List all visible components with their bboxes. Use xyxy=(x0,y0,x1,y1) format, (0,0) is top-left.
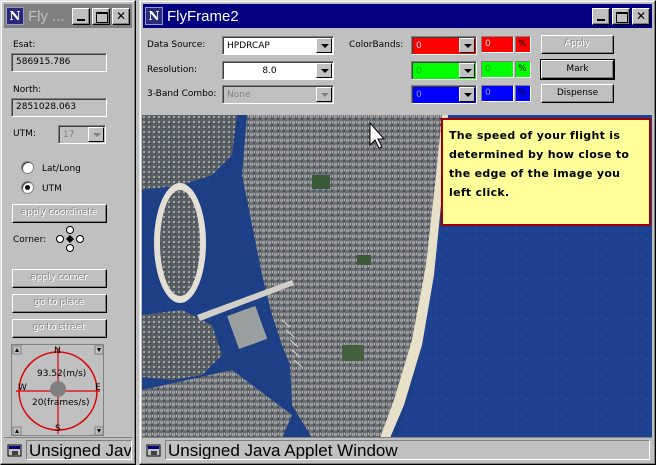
band-combo-label: 3-Band Combo: xyxy=(147,89,217,99)
north-label: North: xyxy=(13,85,42,95)
chevron-down-icon[interactable] xyxy=(316,38,332,53)
minimize-button[interactable] xyxy=(72,7,90,25)
blue-band-select[interactable]: 0 xyxy=(411,85,477,104)
close-button[interactable]: ✕ xyxy=(112,7,130,25)
blue-percent-field[interactable]: 0 xyxy=(481,85,514,102)
speed-readout: 93.52(m/s) xyxy=(37,369,87,379)
netscape-n-icon: N xyxy=(145,7,163,25)
fly-control-window: N Fly ... ✕ Esat: 586915.786 North: 2851… xyxy=(0,0,136,465)
chevron-down-icon[interactable] xyxy=(88,127,104,142)
resolution-label: Resolution: xyxy=(147,65,198,75)
apply-corner-button[interactable]: apply corner xyxy=(12,269,107,288)
chevron-down-icon[interactable] xyxy=(316,63,332,78)
applet-warning-icon xyxy=(146,442,162,458)
compass-east-label: E xyxy=(95,383,101,393)
compass-panel[interactable]: N W E S 93.52(m/s) 20(frames/s) xyxy=(11,344,104,436)
blue-percent-sign: % xyxy=(515,85,531,102)
green-percent-sign: % xyxy=(515,61,531,78)
red-band-select[interactable]: 0 xyxy=(411,36,477,55)
close-button[interactable]: ✕ xyxy=(632,7,650,25)
compass-west-label: W xyxy=(18,383,27,393)
blue-band-value: 0 xyxy=(416,89,422,100)
corner-selector-icon[interactable] xyxy=(56,226,84,252)
chevron-down-icon[interactable] xyxy=(459,38,475,53)
green-percent-field[interactable]: 0 xyxy=(481,61,514,78)
minimize-button[interactable] xyxy=(592,7,610,25)
maximize-button[interactable] xyxy=(92,7,110,25)
left-status-bar: Unsigned Java Applet Window xyxy=(4,437,132,461)
maximize-button[interactable] xyxy=(612,7,630,25)
utm-label: UTM: xyxy=(13,129,36,139)
main-status-text: Unsigned Java Applet Window xyxy=(165,439,650,460)
apply-coordinate-button[interactable]: apply coordinate xyxy=(12,204,107,223)
latlong-radio-label: Lat/Long xyxy=(42,164,81,174)
utm-zone-value: 17 xyxy=(63,129,75,140)
chevron-down-icon[interactable] xyxy=(316,87,332,102)
green-band-select[interactable]: 0 xyxy=(411,61,477,80)
mark-button[interactable]: Mark xyxy=(541,60,614,79)
band-combo-value: None xyxy=(227,89,251,100)
north-field[interactable]: 2851028.063 xyxy=(11,98,107,117)
resolution-select[interactable]: 8.0 xyxy=(222,61,334,80)
dispense-button[interactable]: Dispense xyxy=(541,84,614,103)
left-status-text: Unsigned Java Applet Window xyxy=(26,439,132,460)
esat-label: Esat: xyxy=(13,40,36,50)
netscape-n-icon: N xyxy=(6,7,24,25)
go-to-street-button[interactable]: go to street xyxy=(12,319,107,338)
satellite-image-viewport[interactable]: The speed of your flight is determined b… xyxy=(142,115,652,438)
utm-zone-select[interactable]: 17 xyxy=(58,125,106,144)
red-percent-sign: % xyxy=(515,36,531,53)
applet-warning-icon xyxy=(7,442,23,458)
data-source-select[interactable]: HPDRCAP xyxy=(222,36,334,55)
utm-radio-label: UTM xyxy=(42,184,62,194)
left-window-title: Fly ... xyxy=(28,7,65,25)
colorbands-label: ColorBands: xyxy=(349,40,404,50)
band-combo-select[interactable]: None xyxy=(222,85,334,104)
corner-label: Corner: xyxy=(13,235,47,245)
left-title-bar[interactable]: N Fly ... ✕ xyxy=(4,4,132,28)
main-title-bar[interactable]: N FlyFrame2 ✕ xyxy=(143,4,652,28)
latlong-radio[interactable] xyxy=(21,161,34,174)
data-source-label: Data Source: xyxy=(147,40,206,50)
go-to-place-button[interactable]: go to place xyxy=(12,294,107,313)
main-status-bar: Unsigned Java Applet Window xyxy=(143,437,652,461)
utm-radio[interactable] xyxy=(21,181,34,194)
compass-north-label: N xyxy=(54,346,61,356)
red-band-value: 0 xyxy=(416,40,422,51)
chevron-down-icon[interactable] xyxy=(459,63,475,78)
red-percent-field[interactable]: 0 xyxy=(481,36,514,53)
apply-button[interactable]: Apply xyxy=(541,35,614,54)
frame-rate-readout: 20(frames/s) xyxy=(32,398,90,408)
main-window-title: FlyFrame2 xyxy=(167,7,239,25)
green-band-value: 0 xyxy=(416,65,422,76)
chevron-down-icon[interactable] xyxy=(459,87,475,102)
data-source-value: HPDRCAP xyxy=(227,40,270,51)
resolution-value: 8.0 xyxy=(262,65,277,76)
esat-field[interactable]: 586915.786 xyxy=(11,53,107,72)
flight-speed-tooltip: The speed of your flight is determined b… xyxy=(441,118,651,226)
flyframe-window: N FlyFrame2 ✕ Data Source: HPDRCAP Resol… xyxy=(139,0,656,465)
compass-south-label: S xyxy=(55,424,61,434)
